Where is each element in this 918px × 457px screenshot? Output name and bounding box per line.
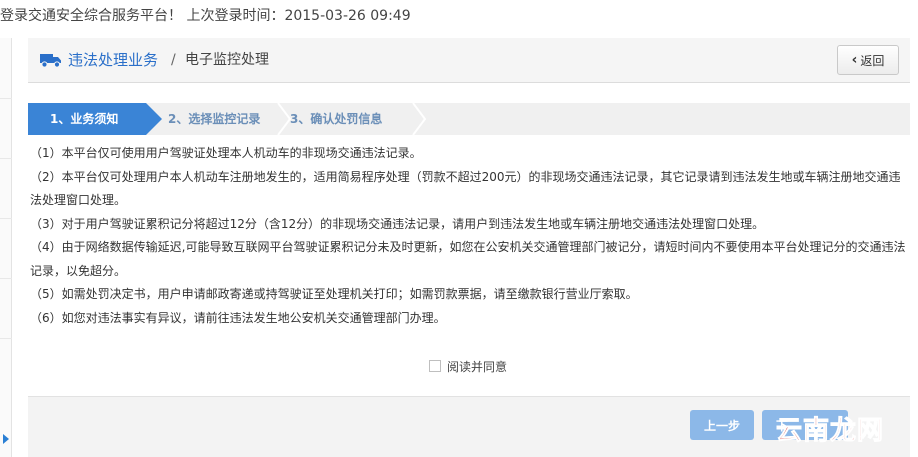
agree-checkbox-row[interactable]: 阅读并同意 (429, 358, 507, 374)
rail-divider (0, 338, 12, 339)
truck-icon (40, 54, 61, 68)
back-button[interactable]: ‹ 返回 (837, 45, 899, 75)
agree-label: 阅读并同意 (447, 359, 508, 374)
watermark-text: 云南龙网 (775, 415, 885, 446)
step-label: 2、选择监控记录 (168, 112, 261, 126)
chevron-left-icon: ‹ (851, 52, 858, 68)
step-3-confirm-penalty: 3、确认处罚信息 (268, 103, 408, 135)
step-label: 1、业务须知 (50, 112, 119, 126)
rail-divider (0, 278, 12, 279)
rail-divider (0, 218, 12, 219)
step-label: 3、确认处罚信息 (290, 112, 383, 126)
login-status-bar: 登录交通安全综合服务平台！ 上次登录时间：2015-03-26 09:49 (0, 0, 918, 32)
step-progress: 1、业务须知 2、选择监控记录 3、确认处罚信息 (28, 103, 910, 135)
step-1-notice: 1、业务须知 (28, 103, 162, 135)
notice-item: （6）如您对违法事实有异议，请前往违法发生地公安机关交通管理部门办理。 (30, 310, 446, 325)
rail-divider (0, 98, 12, 99)
previous-step-button[interactable]: 上一步 (690, 410, 754, 440)
panel-header: 违法处理业务 / 电子监控处理 ‹ 返回 (28, 38, 910, 83)
step-divider-icon (412, 103, 427, 135)
main-panel: 违法处理业务 / 电子监控处理 ‹ 返回 1、业务须知 2、选择监控记录 3、确… (28, 38, 910, 457)
notice-text: （1）本平台仅可使用用户驾驶证处理本人机动车的非现场交通违法记录。 （2）本平台… (30, 142, 908, 330)
notice-item: （2）本平台仅可处理用户本人机动车注册地发生的，适用简易程序处理（罚款不超过20… (30, 169, 901, 208)
page-title[interactable]: 违法处理业务 (68, 38, 158, 83)
login-status-text: 登录交通安全综合服务平台！ 上次登录时间：2015-03-26 09:49 (0, 8, 411, 24)
notice-item: （4）由于网络数据传输延迟,可能导致互联网平台驾驶证累积记分未及时更新，如您在公… (30, 240, 906, 278)
rail-expand-arrow-icon[interactable] (3, 434, 9, 444)
notice-item: （3）对于用户驾驶证累积记分将超过12分（含12分）的非现场交通违法记录，请用户… (30, 216, 765, 231)
site-watermark: 云南龙网 (775, 408, 912, 448)
rail-divider (0, 158, 12, 159)
agree-checkbox[interactable] (429, 360, 441, 372)
previous-step-label: 上一步 (703, 418, 740, 433)
left-rail (0, 38, 12, 457)
notice-item: （5）如需处罚决定书，用户申请邮政寄递或持驾驶证至处理机关打印；如需罚款票据，请… (30, 287, 638, 301)
breadcrumb-current: 电子监控处理 (185, 52, 269, 68)
back-button-label: 返回 (860, 53, 885, 68)
breadcrumb-separator: / (171, 52, 176, 68)
step-2-select-record: 2、选择监控记录 (146, 103, 270, 135)
notice-item: （1）本平台仅可使用用户驾驶证处理本人机动车的非现场交通违法记录。 (30, 146, 422, 160)
